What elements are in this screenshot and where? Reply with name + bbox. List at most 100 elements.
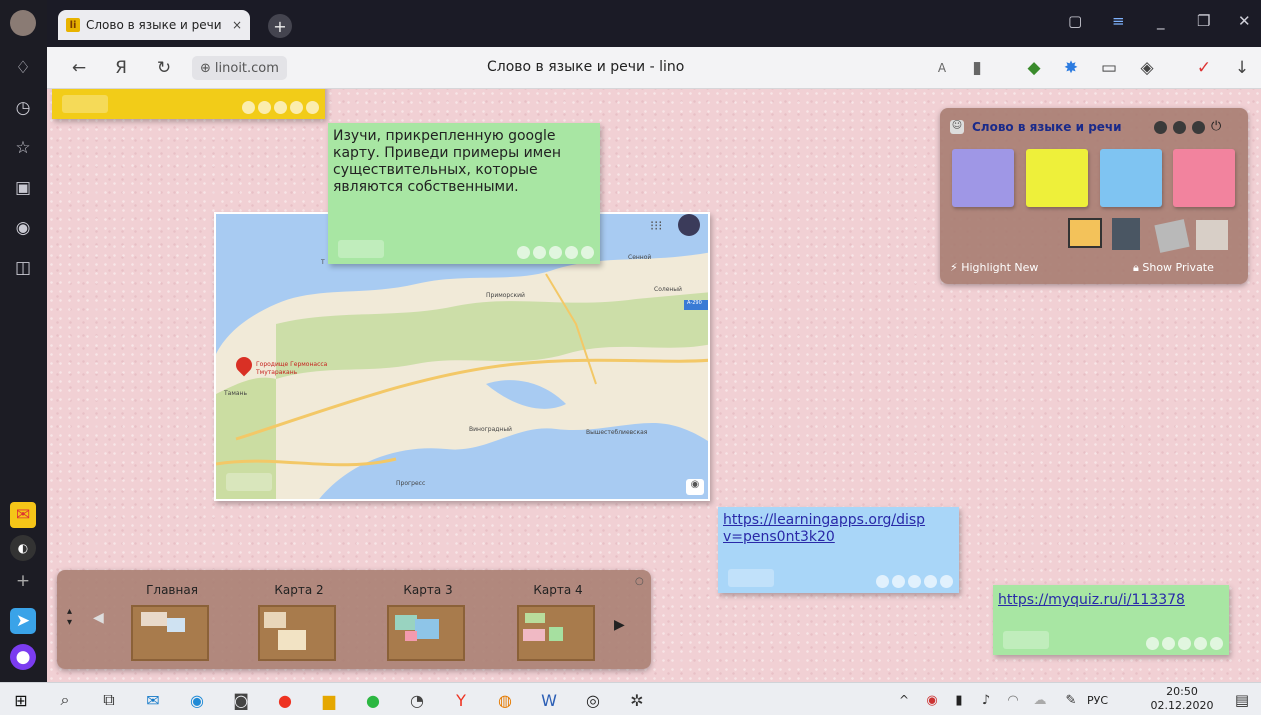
microphone-icon[interactable]: ▮ xyxy=(946,689,972,711)
extension-check-icon[interactable]: ✓ xyxy=(1192,56,1216,80)
keyboard-language[interactable]: РУС xyxy=(1087,694,1108,707)
messenger-icon[interactable]: ➤ xyxy=(10,608,36,634)
shield-icon[interactable]: ◈ xyxy=(1135,56,1159,80)
help-icon[interactable] xyxy=(1192,121,1205,134)
search-icon[interactable]: ⌕ xyxy=(52,689,78,711)
apps-grid-icon[interactable]: ⁝⁝⁝ xyxy=(650,219,662,234)
purple-sticky-swatch[interactable] xyxy=(952,149,1014,207)
video-icon[interactable] xyxy=(1112,218,1140,250)
mail-app-icon[interactable]: ✉ xyxy=(140,689,166,711)
media-player-icon[interactable]: ◎ xyxy=(580,689,606,711)
chrome-icon[interactable]: ◍ xyxy=(492,689,518,711)
download-icon[interactable]: ↓ xyxy=(1230,56,1254,80)
notifications-icon[interactable]: ▤ xyxy=(1229,689,1255,711)
canvas-thumb-map2[interactable] xyxy=(258,605,336,661)
photo-icon[interactable] xyxy=(1068,218,1102,248)
lino-board[interactable]: Сенной Приморский Соленый А-290 Городище… xyxy=(47,89,1261,682)
back-icon[interactable]: ← xyxy=(67,56,91,80)
yandex-browser-icon[interactable]: ● xyxy=(272,689,298,711)
minimize-icon[interactable]: _ xyxy=(1157,12,1165,30)
tab-close-icon[interactable]: × xyxy=(232,18,242,32)
note-action-icons[interactable] xyxy=(242,101,319,114)
pink-sticky-swatch[interactable] xyxy=(1173,149,1235,207)
word-icon[interactable]: W xyxy=(536,689,562,711)
yandex-icon[interactable]: Y xyxy=(448,689,474,711)
windows-start-icon[interactable]: ⊞ xyxy=(8,689,34,711)
translate-icon[interactable]: A xyxy=(930,56,954,80)
whatsapp-icon[interactable]: ● xyxy=(360,689,386,711)
menu-icon[interactable]: ≡ xyxy=(1112,12,1125,30)
learningapps-link[interactable]: https://learningapps.org/disp v=pens0nt3… xyxy=(723,512,957,546)
clock[interactable]: 20:50 02.12.2020 xyxy=(1147,685,1217,713)
alice-icon[interactable]: ● xyxy=(10,644,36,670)
blue-sticky-swatch[interactable] xyxy=(1100,149,1162,207)
canvas-switcher-panel: ▴ ▾ ◀ Главная Карта 2 Карта 3 Карта 4 ▶ ○ xyxy=(57,570,651,669)
battery-icon[interactable]: ▭ xyxy=(1097,56,1121,80)
clock-app-icon[interactable]: ◔ xyxy=(404,689,430,711)
green-sticky-note[interactable]: Изучи, прикрепленную google карту. Приве… xyxy=(328,123,600,264)
extension-lino-icon[interactable]: ◆ xyxy=(1022,56,1046,80)
collections-icon[interactable]: ▣ xyxy=(10,175,36,201)
myquiz-link[interactable]: https://myquiz.ru/i/113378 xyxy=(998,592,1185,608)
yellow-sticky-swatch[interactable] xyxy=(1026,149,1088,207)
attachment-icon[interactable] xyxy=(1154,219,1190,253)
map-label-germonassa: Городище Гермонасса Тмутаракань xyxy=(256,361,328,376)
url-field[interactable]: ⊕ linoit.com xyxy=(192,56,287,80)
file-explorer-icon[interactable]: ▆ xyxy=(316,689,342,711)
tabs-panel-icon[interactable]: ▢ xyxy=(1068,12,1082,30)
page-counter-icon[interactable]: ◫ xyxy=(10,255,36,281)
show-private-toggle[interactable]: 🔒︎ Show Private xyxy=(1133,261,1214,275)
settings-icon[interactable] xyxy=(1154,121,1167,134)
prev-arrow-icon[interactable]: ◀ xyxy=(93,610,104,626)
canvas-label-map3: Карта 3 xyxy=(403,583,453,597)
note-action-icons[interactable] xyxy=(876,575,953,588)
restore-icon[interactable]: ❐ xyxy=(1197,12,1210,30)
next-arrow-icon[interactable]: ▶ xyxy=(614,617,625,633)
browser-tab-bar: li Слово в языке и речи × + ▢ ≡ _ ❐ ✕ xyxy=(0,0,1261,47)
bell-icon[interactable]: ♢ xyxy=(10,55,36,81)
blank-sticky-icon[interactable] xyxy=(1196,220,1228,250)
canvas-thumb-map4[interactable] xyxy=(517,605,595,661)
power-icon[interactable]: ⏻ xyxy=(1211,119,1221,134)
star-icon[interactable]: ☆ xyxy=(10,135,36,161)
info-icon[interactable] xyxy=(1173,121,1186,134)
tray-expand-icon[interactable]: ^ xyxy=(891,689,917,711)
tray-app-icon[interactable]: ◉ xyxy=(919,689,945,711)
map-avatar[interactable] xyxy=(678,214,700,236)
camera-icon[interactable]: ◙ xyxy=(228,689,254,711)
bookmark-icon[interactable]: ▮ xyxy=(965,56,989,80)
yandex-icon[interactable]: Я xyxy=(109,56,133,80)
camera-app-icon[interactable]: ◐ xyxy=(10,535,36,561)
mail-icon[interactable]: ✉ xyxy=(10,502,36,528)
lino-watermark xyxy=(338,240,384,258)
collapse-icon[interactable]: ○ xyxy=(635,576,644,587)
play-icon[interactable]: ◉ xyxy=(10,215,36,241)
pen-icon[interactable]: ✎ xyxy=(1058,689,1084,711)
task-view-icon[interactable]: ⧉ xyxy=(96,689,122,711)
reload-icon[interactable]: ↻ xyxy=(152,56,176,80)
lino-watermark xyxy=(226,473,272,491)
add-panel-icon[interactable]: + xyxy=(10,568,36,594)
close-window-icon[interactable]: ✕ xyxy=(1238,12,1251,30)
blue-sticky-note[interactable]: https://learningapps.org/disp v=pens0nt3… xyxy=(718,507,959,593)
highlight-new-toggle[interactable]: ⚡ Highlight New xyxy=(950,261,1038,274)
edge-icon[interactable]: ◉ xyxy=(184,689,210,711)
green-link-note[interactable]: https://myquiz.ru/i/113378 xyxy=(993,585,1229,655)
settings-icon[interactable]: ✲ xyxy=(624,689,650,711)
lino-watermark xyxy=(62,95,108,113)
canvas-thumb-map3[interactable] xyxy=(387,605,465,661)
history-icon[interactable]: ◷ xyxy=(10,95,36,121)
extension-snow-icon[interactable]: ✸ xyxy=(1059,56,1083,80)
wifi-icon[interactable]: ◠ xyxy=(1000,689,1026,711)
scroll-arrows-icon[interactable]: ▴ ▾ xyxy=(67,606,72,628)
note-action-icons[interactable] xyxy=(1146,637,1223,650)
avatar[interactable] xyxy=(10,10,36,36)
new-tab-button[interactable]: + xyxy=(268,14,292,38)
volume-icon[interactable]: ♪ xyxy=(973,689,999,711)
tab-active[interactable]: li Слово в языке и речи × xyxy=(58,10,250,40)
map-fullscreen-icon[interactable]: ◉ xyxy=(686,479,704,495)
note-action-icons[interactable] xyxy=(517,246,594,259)
canvas-thumb-home[interactable] xyxy=(131,605,209,661)
yellow-sticky-note[interactable] xyxy=(52,89,325,119)
cloud-icon[interactable]: ☁ xyxy=(1027,689,1053,711)
